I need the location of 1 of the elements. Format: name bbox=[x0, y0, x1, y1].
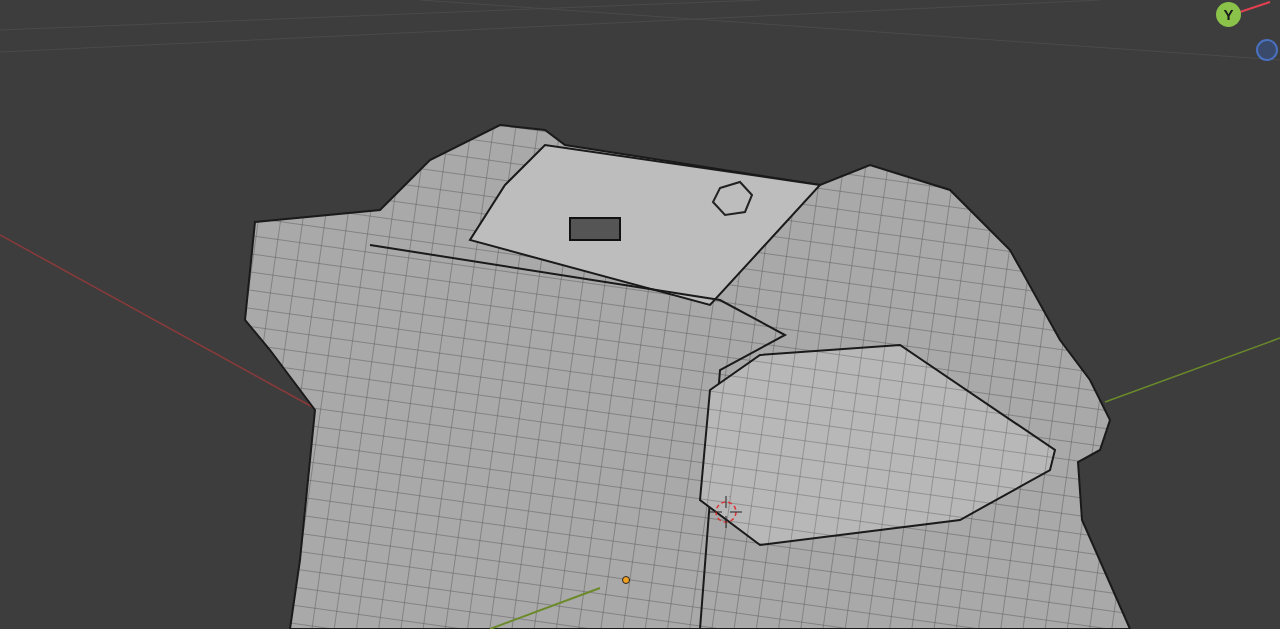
y-axis-gizmo-button[interactable]: Y bbox=[1216, 2, 1241, 27]
